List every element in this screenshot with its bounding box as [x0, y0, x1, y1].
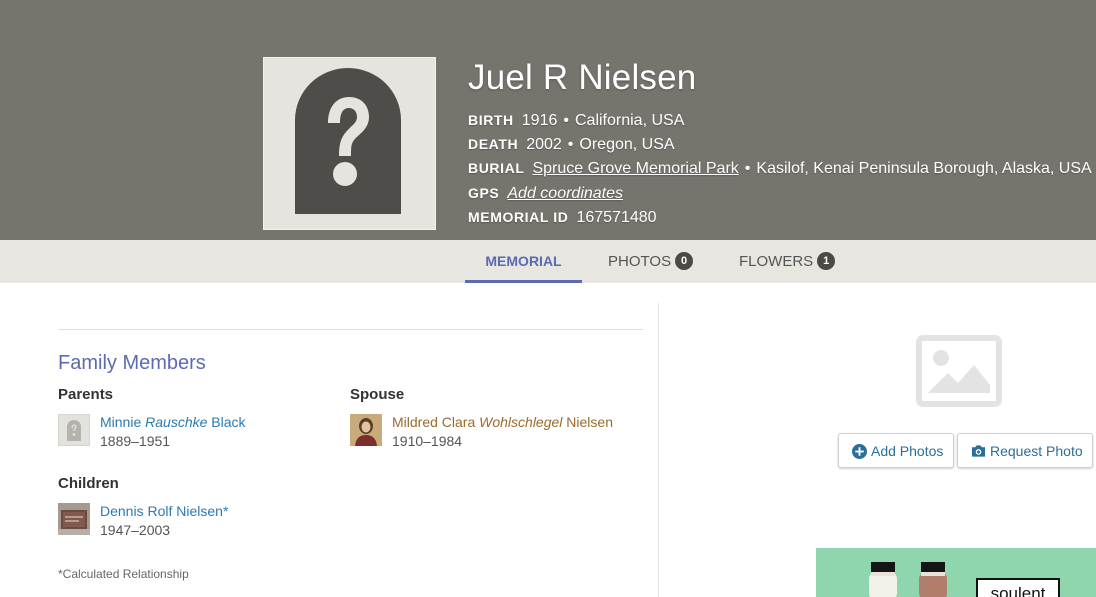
- memorial-id-row: MEMORIAL ID 167571480: [468, 206, 657, 228]
- memorial-photo-placeholder[interactable]: [263, 57, 436, 230]
- parent-last-name: Black: [211, 414, 246, 430]
- camera-icon: [971, 445, 986, 457]
- question-mark-headstone-icon: [67, 420, 81, 441]
- family-members-heading: Family Members: [58, 352, 206, 374]
- add-coordinates-link[interactable]: Add coordinates: [507, 185, 623, 202]
- burial-place: Kasilof, Kenai Peninsula Borough, Alaska…: [756, 160, 1092, 177]
- death-label: DEATH: [468, 136, 519, 152]
- flowers-count-badge: 1: [817, 252, 836, 271]
- section-divider: [58, 329, 643, 330]
- image-placeholder-icon: [916, 335, 1002, 407]
- request-photo-label: Request Photo: [990, 443, 1083, 459]
- child-photo: [58, 503, 90, 535]
- add-photos-button[interactable]: Add Photos: [838, 433, 954, 468]
- spouse-years: 1910–1984: [392, 433, 463, 449]
- separator-dot: •: [567, 136, 574, 153]
- tab-bar: MEMORIAL PHOTOS 0 FLOWERS 1: [0, 240, 1096, 283]
- death-year: 2002: [526, 136, 562, 153]
- spouse-name-link[interactable]: Mildred Clara Wohlschlegel Nielsen: [392, 414, 613, 430]
- death-row: DEATH 2002 • Oregon, USA: [468, 133, 675, 155]
- child-headstone-image: [58, 503, 90, 535]
- parent-photo-placeholder: [58, 414, 90, 446]
- birth-row: BIRTH 1916 • California, USA: [468, 109, 684, 131]
- burial-label: BURIAL: [468, 160, 525, 176]
- parent-name-link[interactable]: Minnie Rauschke Black: [100, 414, 246, 430]
- add-photos-label: Add Photos: [871, 443, 944, 459]
- plus-circle-icon: [852, 444, 867, 459]
- column-divider: [658, 303, 659, 597]
- memorial-id-value: 167571480: [576, 209, 657, 226]
- burial-row: BURIAL Spruce Grove Memorial Park • Kasilof…: [468, 157, 1092, 179]
- spouse-portrait-image: [350, 414, 382, 446]
- spouse-last-name: Nielsen: [566, 414, 613, 430]
- memorial-header: Juel R Nielsen BIRTH 1916 • California, USA…: [0, 0, 1096, 240]
- ad-bottles-image: [869, 562, 947, 597]
- spouse-maiden-name: Wohlschlegel: [479, 414, 563, 430]
- birth-year: 1916: [521, 112, 558, 129]
- tab-flowers-label: FLOWERS: [739, 253, 814, 270]
- request-photo-button[interactable]: Request Photo: [957, 433, 1093, 468]
- child-years: 1947–2003: [100, 522, 171, 538]
- advertisement-banner[interactable]: soulent: [816, 548, 1096, 597]
- children-heading: Children: [58, 475, 119, 492]
- memorial-name: Juel R Nielsen: [468, 58, 697, 97]
- spouse-entry[interactable]: Mildred Clara Wohlschlegel Nielsen 1910–…: [350, 414, 640, 450]
- spouse-first-name: Mildred Clara: [392, 414, 476, 430]
- separator-dot: •: [744, 160, 751, 177]
- tab-memorial[interactable]: MEMORIAL: [465, 240, 582, 283]
- cemetery-link[interactable]: Spruce Grove Memorial Park: [532, 160, 738, 177]
- tab-memorial-label: MEMORIAL: [485, 253, 562, 269]
- spouse-heading: Spouse: [350, 386, 405, 403]
- calculated-relationship-note: *Calculated Relationship: [58, 567, 189, 581]
- birth-place: California, USA: [574, 112, 685, 129]
- parent-first-name: Minnie: [100, 414, 142, 430]
- spouse-photo: [350, 414, 382, 446]
- memorial-id-label: MEMORIAL ID: [468, 209, 569, 225]
- parents-heading: Parents: [58, 386, 114, 403]
- photos-count-badge: 0: [675, 252, 694, 271]
- parent-entry[interactable]: Minnie Rauschke Black 1889–1951: [58, 414, 318, 450]
- gps-row: GPS Add coordinates: [468, 182, 623, 204]
- parent-maiden-name: Rauschke: [145, 414, 208, 430]
- ad-brand-label: soulent: [976, 578, 1060, 597]
- gps-label: GPS: [468, 185, 500, 201]
- parent-years: 1889–1951: [100, 433, 171, 449]
- tab-photos-label: PHOTOS: [608, 253, 672, 270]
- child-entry[interactable]: Dennis Rolf Nielsen* 1947–2003: [58, 503, 318, 539]
- death-place: Oregon, USA: [579, 136, 675, 153]
- tab-flowers[interactable]: FLOWERS 1: [739, 240, 836, 283]
- child-name-link[interactable]: Dennis Rolf Nielsen*: [100, 503, 228, 519]
- question-mark-headstone-icon: [295, 68, 401, 214]
- tab-photos[interactable]: PHOTOS 0: [608, 240, 694, 283]
- separator-dot: •: [563, 112, 569, 129]
- birth-label: BIRTH: [468, 112, 514, 128]
